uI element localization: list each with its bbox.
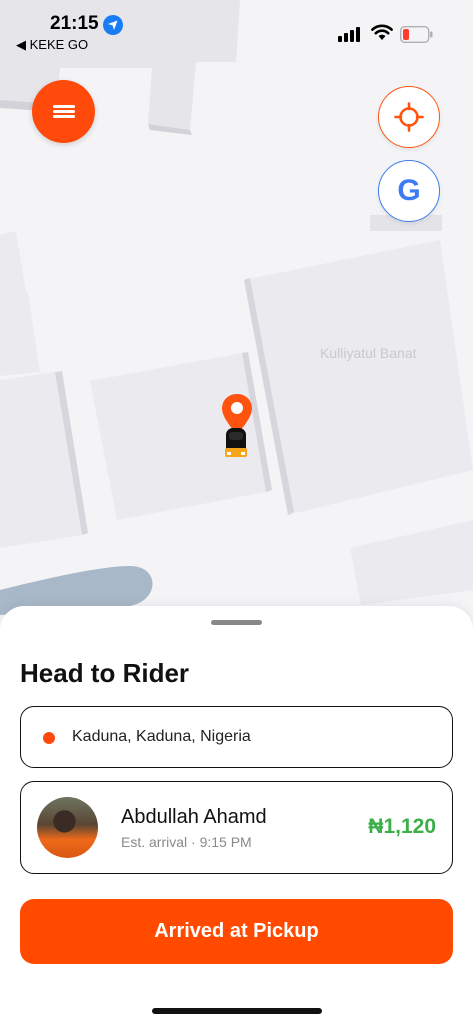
location-arrow-icon — [103, 15, 123, 35]
wifi-icon — [371, 24, 393, 40]
destination-address: Kaduna, Kaduna, Nigeria — [72, 728, 251, 745]
status-time: 21:15 — [50, 13, 99, 34]
bottom-sheet: Head to Rider Kaduna, Kaduna, Nigeria Ab… — [0, 606, 473, 1024]
rider-eta: Est. arrival · 9:15 PM — [121, 834, 252, 850]
cellular-signal-icon — [338, 27, 360, 42]
status-bar: 21:15 ◀ KEKE GO — [0, 0, 473, 60]
crosshair-icon — [394, 102, 424, 132]
rider-card[interactable]: Abdullah Ahamd Est. arrival · 9:15 PM ₦1… — [20, 781, 453, 874]
battery-low-icon — [400, 26, 433, 43]
arrived-at-pickup-button[interactable]: Arrived at Pickup — [20, 899, 453, 964]
menu-button[interactable] — [32, 80, 95, 143]
sheet-drag-handle[interactable] — [211, 620, 262, 625]
destination-dot-icon — [43, 732, 55, 744]
google-maps-button[interactable]: G — [378, 160, 440, 222]
home-indicator[interactable] — [152, 1008, 322, 1014]
rider-name: Abdullah Ahamd — [121, 806, 267, 828]
rider-avatar — [37, 797, 98, 858]
hamburger-icon — [52, 103, 75, 120]
map-place-label: Kulliyatul Banat — [320, 345, 417, 361]
rider-fare: ₦1,120 — [368, 815, 436, 838]
keke-vehicle-icon — [225, 428, 247, 457]
back-to-app-link[interactable]: ◀ KEKE GO — [16, 37, 88, 53]
recenter-location-button[interactable] — [378, 86, 440, 148]
google-icon: G — [397, 174, 421, 207]
sheet-title: Head to Rider — [20, 658, 190, 688]
destination-card[interactable]: Kaduna, Kaduna, Nigeria — [20, 706, 453, 768]
